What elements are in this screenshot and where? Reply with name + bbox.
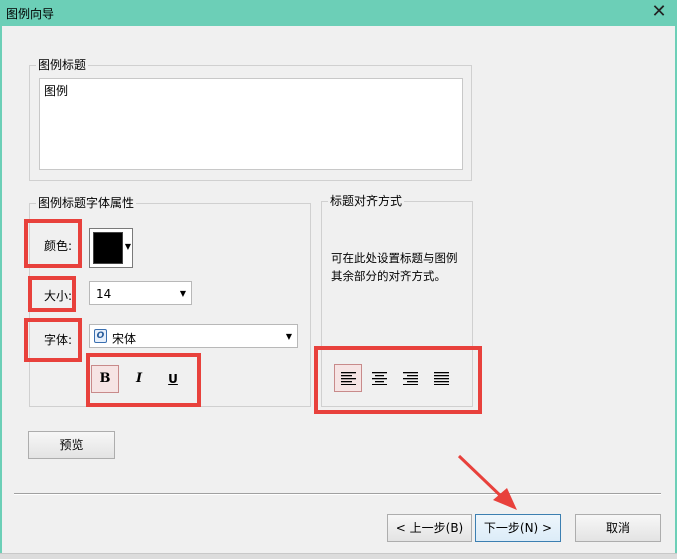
align-center-icon [372, 372, 387, 385]
font-label: 字体: [44, 333, 73, 347]
legend-title-group: 图例标题 图例 [29, 58, 472, 181]
chevron-down-icon: ▼ [179, 289, 186, 298]
font-properties-group-label: 图例标题字体属性 [36, 196, 137, 210]
preview-button[interactable]: 预览 [28, 431, 115, 459]
close-icon[interactable]: ✕ [649, 2, 669, 22]
color-label: 颜色: [44, 239, 73, 253]
size-select[interactable]: 14 ▼ [89, 281, 192, 305]
opentype-font-icon: O [94, 329, 107, 343]
window-border-left [0, 26, 2, 559]
align-left-icon [341, 372, 356, 385]
bold-button[interactable]: B [91, 365, 119, 393]
next-button[interactable]: 下一步(N) > [475, 514, 561, 542]
title-bar: 图例向导 ✕ [0, 0, 677, 26]
chevron-down-icon: ▼ [124, 242, 131, 251]
align-right-button[interactable] [396, 364, 424, 392]
underline-button[interactable]: U [159, 365, 187, 393]
divider [14, 493, 661, 495]
align-right-icon [403, 372, 418, 385]
align-justify-button[interactable] [427, 364, 455, 392]
size-value: 14 [96, 287, 112, 301]
annotation-arrow-icon [457, 454, 517, 510]
legend-title-group-label: 图例标题 [36, 58, 89, 72]
window-title: 图例向导 [6, 7, 55, 21]
size-label: 大小: [44, 289, 73, 303]
cancel-button[interactable]: 取消 [575, 514, 661, 542]
align-justify-icon [434, 372, 449, 385]
back-button[interactable]: < 上一步(B) [387, 514, 472, 542]
alignment-hint: 可在此处设置标题与图例其余部分的对齐方式。 [331, 251, 458, 283]
font-value: 宋体 [112, 332, 137, 346]
chevron-down-icon: ▼ [285, 332, 292, 341]
align-center-button[interactable] [365, 364, 393, 392]
italic-button[interactable]: I [125, 365, 153, 393]
alignment-group-label: 标题对齐方式 [328, 194, 405, 208]
color-picker-button[interactable]: ▼ [89, 228, 133, 268]
color-swatch [93, 232, 123, 264]
align-left-button[interactable] [334, 364, 362, 392]
legend-title-input[interactable]: 图例 [39, 78, 463, 170]
bottom-strip [0, 553, 677, 559]
font-select[interactable]: O 宋体 ▼ [89, 324, 298, 348]
